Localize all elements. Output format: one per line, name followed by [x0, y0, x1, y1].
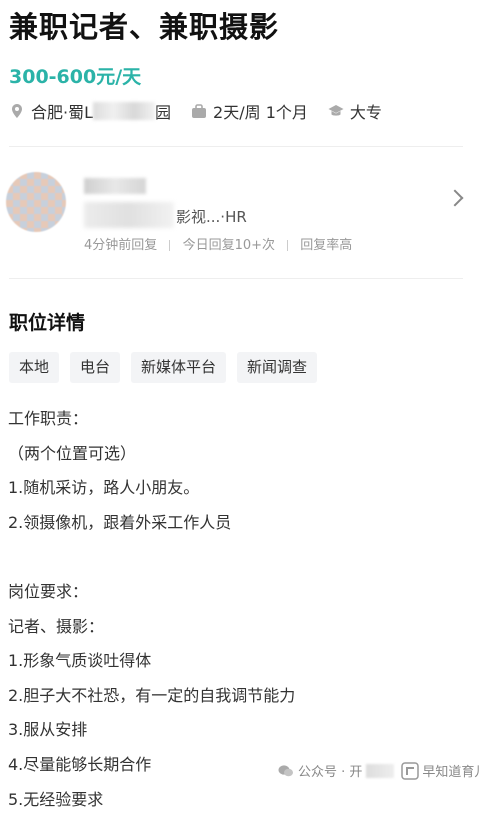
graduation-cap-icon: [328, 105, 344, 116]
description-line: 4.尽量能够长期合作: [8, 754, 152, 774]
recruiter-company-role: 影视...·HR: [176, 208, 247, 226]
separator: [169, 240, 171, 251]
job-tag: 电台: [70, 352, 121, 383]
watermark-suffix: 早知道育儿网: [422, 765, 479, 780]
description-line: 1.随机采访，路人小朋友。: [8, 478, 200, 498]
brand-logo-icon: [401, 761, 420, 780]
description-line: （两个位置可选）: [8, 443, 137, 463]
description-line: 5.无经验要求: [8, 789, 104, 809]
job-tag: 新闻调查: [237, 352, 318, 383]
job-meta-row: 合肥·蜀L 园 2天/周 1个月 大专: [9, 99, 402, 123]
recruiter-name-blurred: [84, 178, 146, 194]
wechat-icon: [278, 764, 293, 776]
description-line: 1.形象气质谈吐得体: [8, 651, 152, 671]
watermark-prefix: 公众号 · 开: [298, 765, 363, 780]
activity-reply-count: 今日回复10+次: [182, 238, 275, 253]
location-suffix: 园: [155, 103, 172, 122]
schedule-text: 2天/周 1个月: [213, 103, 308, 122]
location-pin-icon: [12, 104, 22, 118]
job-tag: 新媒体平台: [131, 352, 227, 383]
description-line: 工作职责：: [8, 409, 89, 428]
watermark-blur: [366, 763, 395, 778]
description-line: 岗位要求：: [8, 581, 89, 601]
location-text: 合肥·蜀L: [31, 103, 94, 122]
avatar[interactable]: [6, 172, 66, 232]
separator: [287, 240, 289, 251]
education-text: 大专: [349, 103, 382, 122]
briefcase-icon: [192, 104, 207, 118]
description-line: 3.服从安排: [8, 720, 88, 740]
job-education: 大专: [328, 99, 382, 123]
activity-last-reply: 4分钟前回复: [84, 238, 158, 253]
watermark: 公众号 · 开 早知道育儿网: [278, 761, 479, 780]
description-line: [8, 540, 295, 575]
description-line: 2.领摄像机，跟着外采工作人员: [8, 512, 232, 532]
job-schedule: 2天/周 1个月: [191, 99, 308, 123]
description-line: 2.胆子大不社恐，有一定的自我调节能力: [8, 685, 296, 705]
company-name-blurred: [84, 202, 174, 228]
divider: [9, 146, 463, 147]
job-tag: 本地: [9, 352, 60, 383]
salary: 300-600元/天: [9, 66, 142, 88]
location-blur: [93, 102, 156, 120]
activity-reply-rate: 回复率高: [300, 238, 353, 253]
job-description: 工作职责： （两个位置可选） 1.随机采访，路人小朋友。 2.领摄像机，跟着外采…: [8, 402, 295, 817]
section-heading-job-details: 职位详情: [9, 312, 86, 334]
job-title: 兼职记者、兼职摄影: [9, 10, 280, 44]
recruiter-card[interactable]: 影视...·HR 4分钟前回复 今日回复10+次 回复率高: [0, 162, 479, 266]
description-line: 记者、摄影：: [8, 616, 105, 636]
chevron-right-icon[interactable]: [446, 189, 464, 207]
recruiter-activity: 4分钟前回复 今日回复10+次 回复率高: [84, 234, 352, 253]
job-tags: 本地 电台 新媒体平台 新闻调查: [9, 352, 328, 383]
divider: [9, 278, 463, 279]
job-location: 合肥·蜀L 园: [9, 99, 171, 123]
